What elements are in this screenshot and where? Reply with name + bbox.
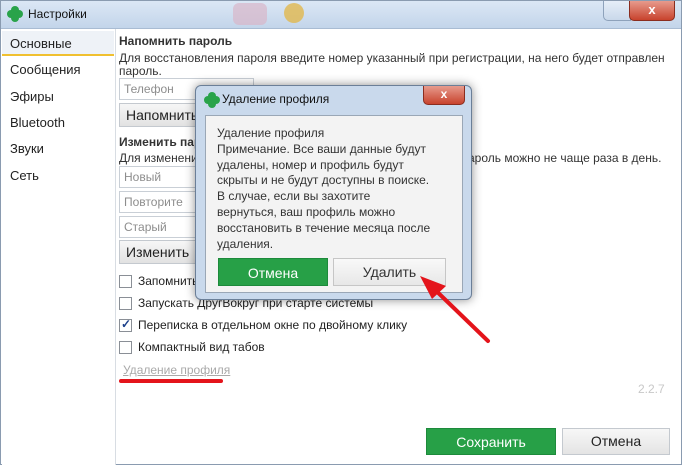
remind-button[interactable]: Напомнить [119,103,204,127]
dialog-text-line: удалены, номер и профиль будут [217,157,404,172]
dialog-text-line: скрыты и не будут доступны в поиске. [217,173,430,188]
remember-checkbox[interactable] [119,275,132,288]
remember-label: Запомнить [138,274,199,288]
app-clover-icon [7,6,23,22]
title-bar[interactable]: Настройки x [1,1,681,29]
blurred-background-icon [284,3,304,23]
sidebar-item-network[interactable]: Сеть [2,163,114,188]
version-label: 2.2.7 [638,382,665,396]
dialog-cancel-button[interactable]: Отмена [218,258,328,286]
change-password-desc-right: ароль можно не чаще раза в день. [468,151,662,165]
new-password-input[interactable]: Новый пароль [119,166,204,204]
dialog-delete-button[interactable]: Удалить [333,258,446,286]
dialog-body: Удаление профиля Примечание. Все ваши да… [205,115,463,293]
separate-window-label: Переписка в отдельном окне по двойному к… [138,318,408,332]
change-password-button[interactable]: Изменить [119,240,204,264]
dialog-clover-icon [204,92,220,108]
repeat-password-input[interactable]: Повторите пар [119,191,204,229]
compact-tabs-label: Компактный вид табов [138,340,265,354]
remind-password-desc-1: Для восстановления пароля введите номер … [119,51,665,65]
remind-password-desc-2: пароль. [119,64,162,78]
settings-sidebar: Основные Сообщения Эфиры Bluetooth Звуки… [2,29,116,465]
dialog-close-button[interactable]: x [423,86,465,105]
minimize-button[interactable] [603,1,631,21]
dialog-text-line: Удаление профиля [217,126,325,140]
sidebar-item-bluetooth[interactable]: Bluetooth [2,110,114,135]
dialog-text-line: удаления. [217,236,274,251]
blurred-background-avatar [233,3,267,25]
dialog-text-line: восстановить в течение месяца после [217,220,431,235]
delete-profile-dialog: Удаление профиля x Удаление профиля Прим… [195,85,472,300]
window-close-button[interactable]: x [629,1,675,21]
autostart-checkbox[interactable] [119,297,132,310]
delete-profile-link[interactable]: Удаление профиля [123,363,230,377]
compact-tabs-checkbox[interactable] [119,341,132,354]
dialog-text-line: вернуться, ваш профиль можно [217,204,396,219]
window-title: Настройки [28,7,87,21]
dialog-message: Удаление профиля Примечание. Все ваши да… [217,126,457,252]
dialog-text-line: В случае, если вы захотите [217,189,371,204]
dialog-title: Удаление профиля [222,92,330,106]
dialog-text-line: Примечание. Все ваши данные будут [217,141,426,156]
cancel-button[interactable]: Отмена [562,428,670,455]
old-password-input[interactable]: Старый пароль [119,216,204,254]
change-password-desc-left: Для изменения [119,151,205,165]
red-underline-annotation [119,379,223,383]
remind-password-heading: Напомнить пароль [119,34,233,48]
save-button[interactable]: Сохранить [426,428,556,455]
sidebar-item-general[interactable]: Основные [2,31,114,56]
sidebar-item-broadcasts[interactable]: Эфиры [2,84,114,109]
sidebar-item-messages[interactable]: Сообщения [2,57,114,82]
sidebar-item-sounds[interactable]: Звуки [2,136,114,161]
separate-window-checkbox[interactable] [119,317,132,332]
